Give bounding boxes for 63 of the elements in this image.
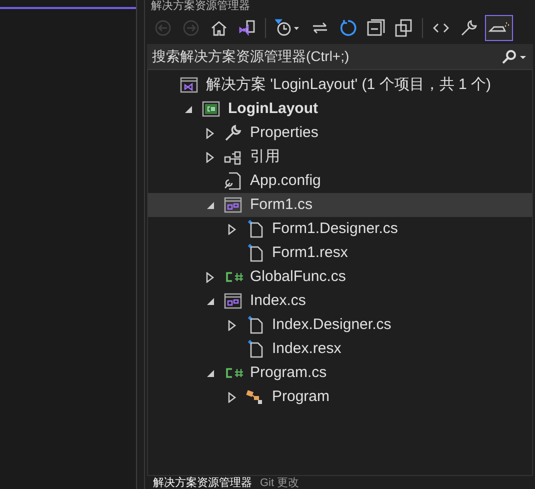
file-icon bbox=[246, 220, 264, 238]
search-icon bbox=[501, 50, 527, 64]
tree-item-label: Form1.Designer.cs bbox=[272, 218, 398, 239]
tree-item-label: 引用 bbox=[250, 146, 280, 167]
class-icon bbox=[246, 388, 264, 406]
wrench-icon bbox=[224, 124, 242, 142]
wrench-icon bbox=[460, 19, 478, 37]
collapsed-arrow-icon[interactable] bbox=[206, 152, 215, 162]
clock-filter-icon bbox=[275, 19, 301, 37]
search-options-button[interactable] bbox=[501, 44, 533, 70]
tree-item[interactable]: Index.cs bbox=[148, 289, 532, 313]
file-icon bbox=[246, 340, 264, 358]
tree-item-label: 解决方案 'LoginLayout' (1 个项目，共 1 个) bbox=[206, 74, 491, 95]
collapsed-arrow-icon[interactable] bbox=[228, 224, 237, 234]
scrollbar[interactable] bbox=[137, 0, 145, 489]
tree-item[interactable]: 引用 bbox=[148, 145, 532, 169]
expanded-arrow-icon[interactable] bbox=[206, 296, 215, 306]
form-icon bbox=[224, 292, 242, 310]
tree-item[interactable]: Form1.Designer.cs bbox=[148, 217, 532, 241]
copy-files-icon bbox=[395, 19, 413, 37]
tree-item-label: Program bbox=[272, 386, 330, 407]
form-icon bbox=[224, 196, 242, 214]
tree-item-label: Index.Designer.cs bbox=[272, 314, 392, 335]
switch-views-icon bbox=[238, 19, 256, 37]
collapsed-arrow-icon[interactable] bbox=[228, 392, 237, 402]
tree-item[interactable]: App.config bbox=[148, 169, 532, 193]
home-icon bbox=[210, 19, 228, 37]
tree-item[interactable]: Program.cs bbox=[148, 361, 532, 385]
collapse-all-icon bbox=[367, 19, 385, 37]
tree-item-label: Index.resx bbox=[272, 338, 342, 359]
solution-icon bbox=[180, 76, 198, 94]
collapsed-arrow-icon[interactable] bbox=[228, 320, 237, 330]
expanded-arrow-icon[interactable] bbox=[206, 200, 215, 210]
tree-item[interactable]: 解决方案 'LoginLayout' (1 个项目，共 1 个) bbox=[148, 73, 532, 97]
tree-item[interactable]: Properties bbox=[148, 121, 532, 145]
tree-item[interactable]: Program bbox=[148, 385, 532, 409]
tree-item[interactable]: LoginLayout bbox=[148, 97, 532, 121]
tree-item[interactable]: GlobalFunc.cs bbox=[148, 265, 532, 289]
config-file-icon bbox=[224, 172, 242, 190]
tree-item-label: App.config bbox=[250, 170, 321, 191]
collapsed-arrow-icon[interactable] bbox=[206, 272, 215, 282]
tree-item[interactable]: Index.resx bbox=[148, 337, 532, 361]
file-icon bbox=[246, 244, 264, 262]
tree-item-label: GlobalFunc.cs bbox=[250, 266, 346, 287]
search-field[interactable]: 搜索解决方案资源管理器(Ctrl+;) bbox=[147, 44, 501, 70]
tree-item-label: Form1.resx bbox=[272, 242, 348, 263]
refresh-icon bbox=[339, 19, 357, 37]
tree-item-label: LoginLayout bbox=[228, 98, 318, 119]
preview-button[interactable] bbox=[485, 15, 513, 41]
tree-item-label: Index.cs bbox=[250, 290, 306, 311]
expanded-arrow-icon[interactable] bbox=[184, 104, 193, 114]
panel-tab[interactable]: 解决方案资源管理器 bbox=[153, 477, 252, 489]
expanded-arrow-icon[interactable] bbox=[206, 368, 215, 378]
panel-tab[interactable]: Git 更改 bbox=[260, 477, 300, 489]
tree-item-label: Properties bbox=[250, 122, 318, 143]
collapsed-arrow-icon[interactable] bbox=[206, 128, 215, 138]
tree-item[interactable]: Form1.cs bbox=[148, 193, 532, 217]
file-icon bbox=[246, 316, 264, 334]
csharp-project-icon bbox=[202, 100, 220, 118]
tree-item-label: Program.cs bbox=[250, 362, 327, 383]
tree-item-label: Form1.cs bbox=[250, 194, 313, 215]
tree-item[interactable]: Index.Designer.cs bbox=[148, 313, 532, 337]
tree-item[interactable]: Form1.resx bbox=[148, 241, 532, 265]
